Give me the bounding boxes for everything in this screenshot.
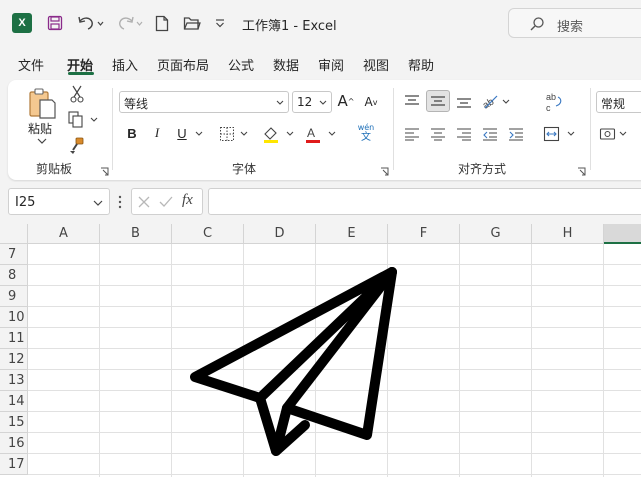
paper-plane-icon[interactable] <box>0 0 641 477</box>
